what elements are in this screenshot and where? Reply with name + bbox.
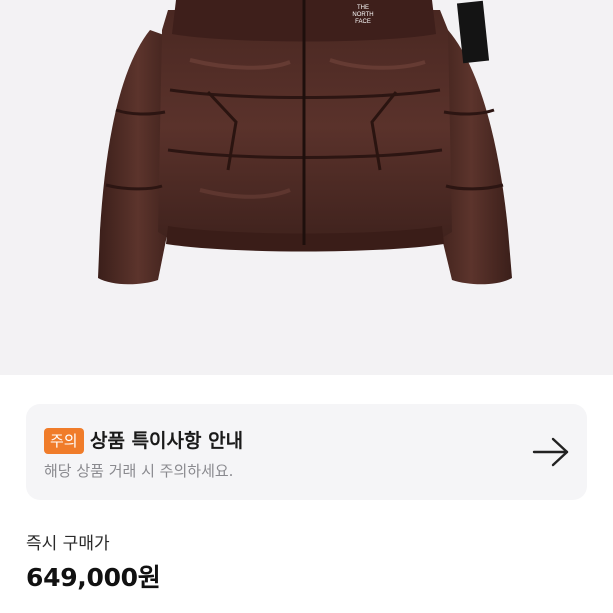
product-image[interactable]: THE NORTH FACE [0, 0, 613, 375]
product-notice-card[interactable]: 주의 상품 특이사항 안내 해당 상품 거래 시 주의하세요. [26, 404, 587, 500]
caution-badge: 주의 [44, 428, 84, 454]
price-label: 즉시 구매가 [26, 534, 110, 554]
price-value: 649,000원 [26, 563, 161, 592]
notice-subtitle: 해당 상품 거래 시 주의하세요. [44, 462, 234, 480]
notice-title: 상품 특이사항 안내 [90, 430, 244, 452]
svg-text:NORTH: NORTH [352, 12, 373, 18]
svg-text:THE: THE [357, 5, 369, 11]
arrow-right-icon[interactable] [531, 436, 571, 468]
down-jacket-image: THE NORTH FACE [98, 0, 512, 285]
product-detail-page: THE NORTH FACE 주의 상품 특이사항 안내 해당 상품 거래 시 … [0, 0, 613, 613]
svg-text:FACE: FACE [355, 19, 371, 25]
